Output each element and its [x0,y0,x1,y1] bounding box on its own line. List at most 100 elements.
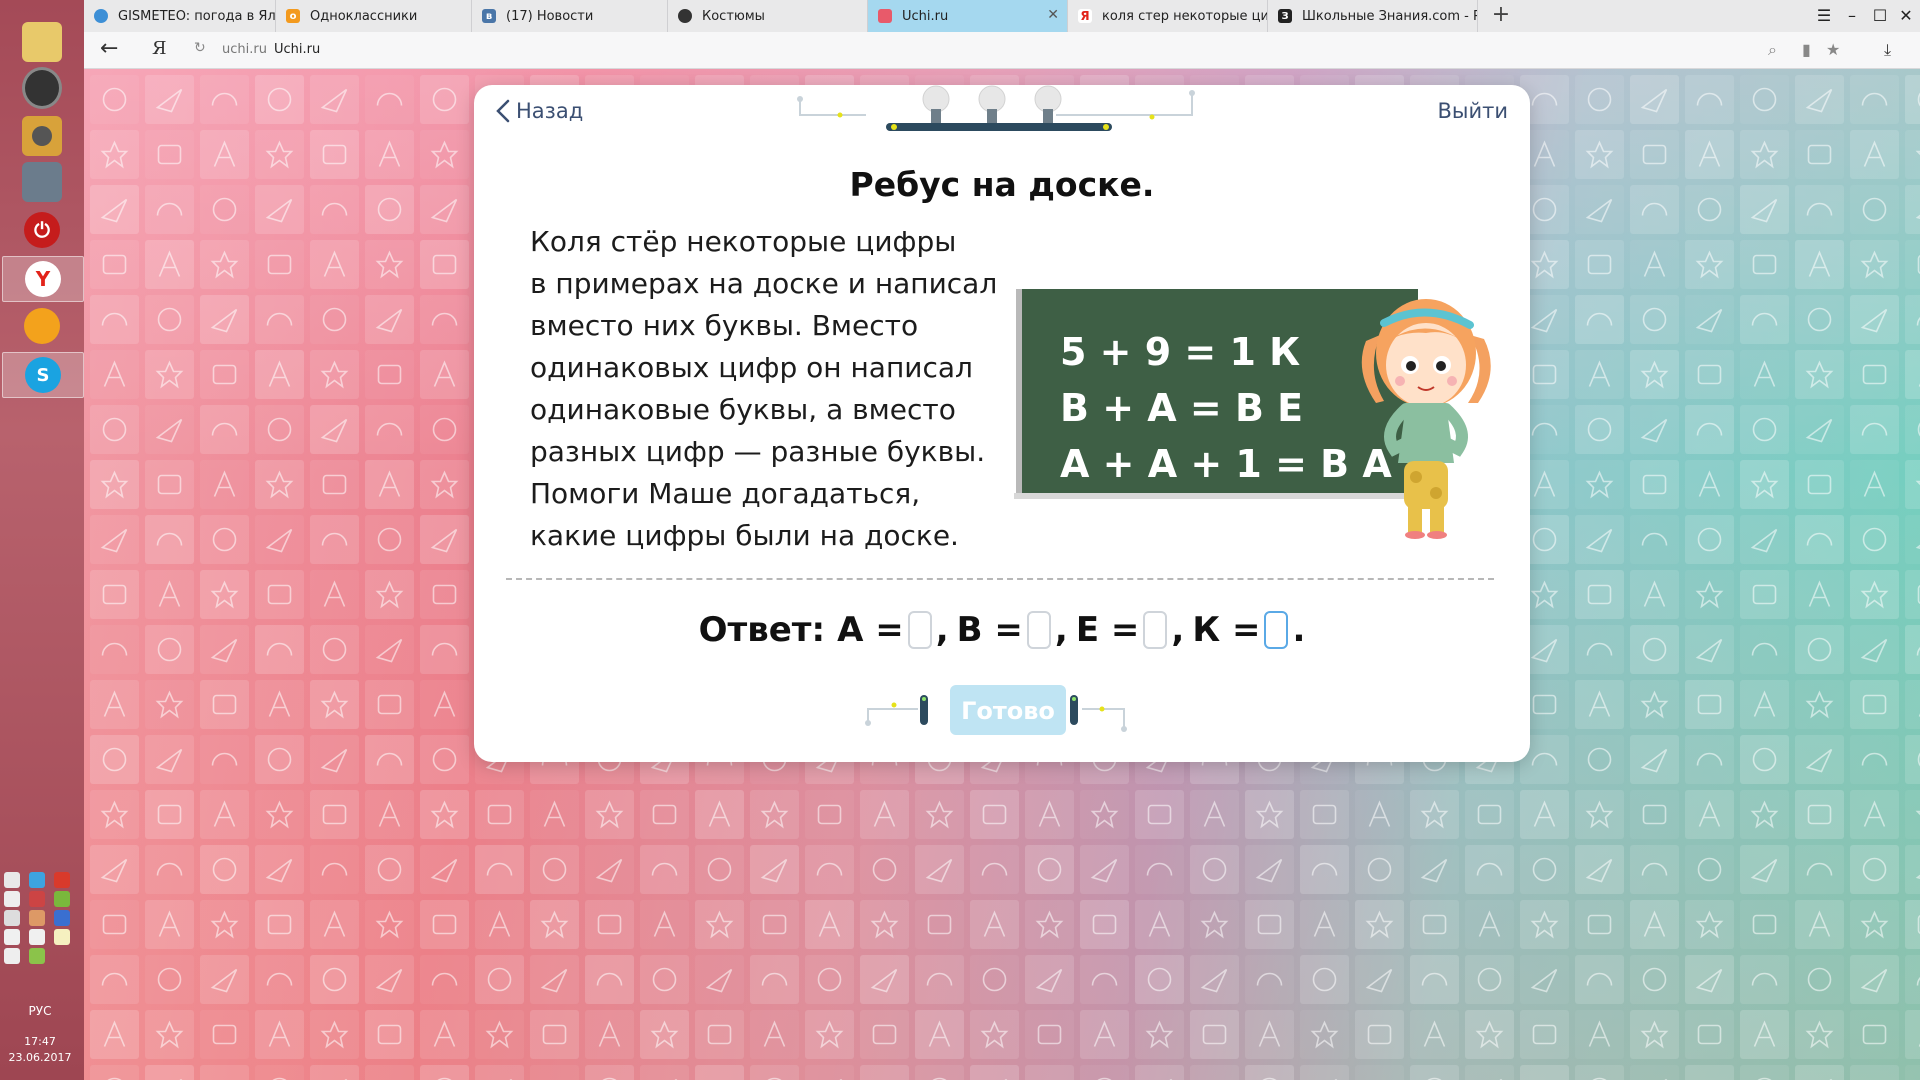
task-text-line: одинаковых цифр он написал [530,351,973,384]
chalkboard-illustration: 5 + 9 = 1 К В + А = В Е А + А + 1 = В А [1014,289,1491,539]
eye-icon[interactable] [29,948,45,964]
photo-viewer-icon[interactable] [22,162,62,202]
chevron-left-icon [496,99,510,123]
new-tab-button[interactable]: + [1486,2,1516,30]
tab-label: Костюмы [702,8,765,24]
tab-odnoklassniki[interactable]: о Одноклассники [276,0,472,32]
answer-input-e[interactable] [1143,611,1168,649]
search-icon[interactable]: ⌕ [1768,40,1777,60]
clock-date: 23.06.2017 [8,1051,72,1064]
language-indicator[interactable]: РУС [0,1004,80,1018]
task-text-line: Помоги Маше догадаться, [530,477,921,510]
task-text-line: какие цифры были на доске. [530,519,959,552]
task-text-line: вместо них буквы. Вместо [530,309,919,342]
exit-button[interactable]: Выйти [1437,99,1508,123]
sync-icon[interactable] [29,872,45,888]
tab-label: Uchi.ru [902,8,949,24]
answer-input-v[interactable] [1026,611,1051,649]
media-icon[interactable] [22,306,62,346]
tab-costumes[interactable]: Костюмы [668,0,868,32]
url-host[interactable]: uchi.ru [222,42,267,57]
uchi-favicon-icon [878,9,892,23]
tab-gismeteo[interactable]: GISMETEO: погода в Ялутор [84,0,276,32]
znanija-favicon-icon: З [1278,9,1292,23]
menu-icon[interactable]: ☰ [1810,4,1838,28]
odnoklassniki-favicon-icon: о [286,9,300,23]
answer-var-name: В = [956,610,1023,650]
bookmark-star-icon[interactable]: ★ [1826,40,1840,59]
task-description: Коля стёр некоторые цифры в примерах на … [530,221,1000,557]
tab-label: Школьные Знания.com - Ре [1302,8,1478,24]
skype-icon[interactable]: S [2,352,84,398]
webcam-icon[interactable] [22,116,62,156]
note-icon[interactable] [54,929,70,945]
costumes-favicon-icon [678,9,692,23]
gismeteo-favicon-icon [94,9,108,23]
leaf-icon[interactable] [54,891,70,907]
clock[interactable]: 17:47 23.06.2017 [0,1034,80,1066]
tab-label: коля стер некоторые цифр [1102,8,1268,24]
gear-icon[interactable] [4,929,20,945]
speaker-icon[interactable] [22,67,62,109]
maximize-icon[interactable]: ☐ [1866,4,1894,28]
back-label: Назад [516,99,584,123]
address-bar: ← Я ↻ uchi.ru Uchi.ru ⌕ ▮ ★ ⤓ [84,32,1920,69]
yandex-logo[interactable]: Я [152,38,167,59]
answer-var-name: К = [1192,610,1261,650]
dashed-divider [506,578,1494,580]
tab-uchi[interactable]: Uchi.ru ✕ [868,0,1068,32]
cup-icon[interactable] [29,910,45,926]
answer-var-name: Е = [1075,610,1140,650]
tab-vk-news[interactable]: в (17) Новости [472,0,668,32]
tab-label: Одноклассники [310,8,418,24]
done-button[interactable]: Готово [950,685,1066,735]
volume-icon[interactable] [4,872,20,888]
task-card: Назад Выйти Ребус на доске. Коля стёр не… [474,85,1530,762]
signal-icon[interactable] [29,929,45,945]
close-window-icon[interactable]: ✕ [1892,4,1920,28]
tab-label: GISMETEO: погода в Ялутор [118,8,276,24]
os-taskbar: ⏻ Y S РУС 17:47 23.06.2017 [0,0,85,1080]
tab-znanija[interactable]: З Школьные Знания.com - Ре [1268,0,1478,32]
tab-label: (17) Новости [506,8,594,24]
back-arrow-icon[interactable]: ← [100,36,118,61]
board-line: В + А = В Е [1060,386,1303,430]
bulb-icon [978,85,1006,123]
protect-icon[interactable]: ▮ [1802,40,1811,59]
answer-input-k[interactable] [1264,611,1289,649]
board-line: 5 + 9 = 1 К [1060,330,1300,374]
yandex-favicon-icon: Я [1078,9,1092,23]
answer-label: Ответ: [698,610,826,650]
task-text-line: одинаковые буквы, а вместо [530,393,956,426]
tab-yandex-search[interactable]: Я коля стер некоторые цифр [1068,0,1268,32]
light-bulbs-decoration [797,85,1195,131]
bluetooth-icon[interactable] [4,948,20,964]
task-text-line: Коля стёр некоторые цифры [530,225,957,258]
answer-separator: , [1054,610,1068,650]
answer-separator: , [1171,610,1185,650]
board-line: А + А + 1 = В А [1060,442,1392,486]
network-off-icon[interactable] [29,891,45,907]
back-button[interactable]: Назад [496,99,583,123]
answer-row: Ответ: А = , В = , Е = , К = . [474,610,1530,650]
yandex-browser-icon[interactable]: Y [2,256,84,302]
clock-time: 17:47 [24,1035,56,1048]
task-title: Ребус на доске. [849,165,1155,204]
folder-icon[interactable] [22,22,62,62]
power-icon[interactable]: ⏻ [22,210,62,250]
browser-tab-bar: GISMETEO: погода в Ялутор о Одноклассник… [84,0,1920,33]
download-icon[interactable]: ⤓ [1884,40,1891,60]
answer-var-name: А = [837,610,904,650]
pdf-icon[interactable] [54,872,70,888]
keyboard-icon[interactable] [54,910,70,926]
system-tray [4,872,80,964]
answer-separator: , [935,610,949,650]
display-icon[interactable] [4,910,20,926]
close-tab-icon[interactable]: ✕ [1047,7,1059,23]
answer-input-a[interactable] [907,611,932,649]
minimize-icon[interactable]: – [1838,4,1866,28]
flag-icon[interactable] [4,891,20,907]
task-text-line: в примерах на доске и написал [530,267,998,300]
url-page-title[interactable]: Uchi.ru [274,42,320,57]
reload-icon[interactable]: ↻ [194,40,206,56]
